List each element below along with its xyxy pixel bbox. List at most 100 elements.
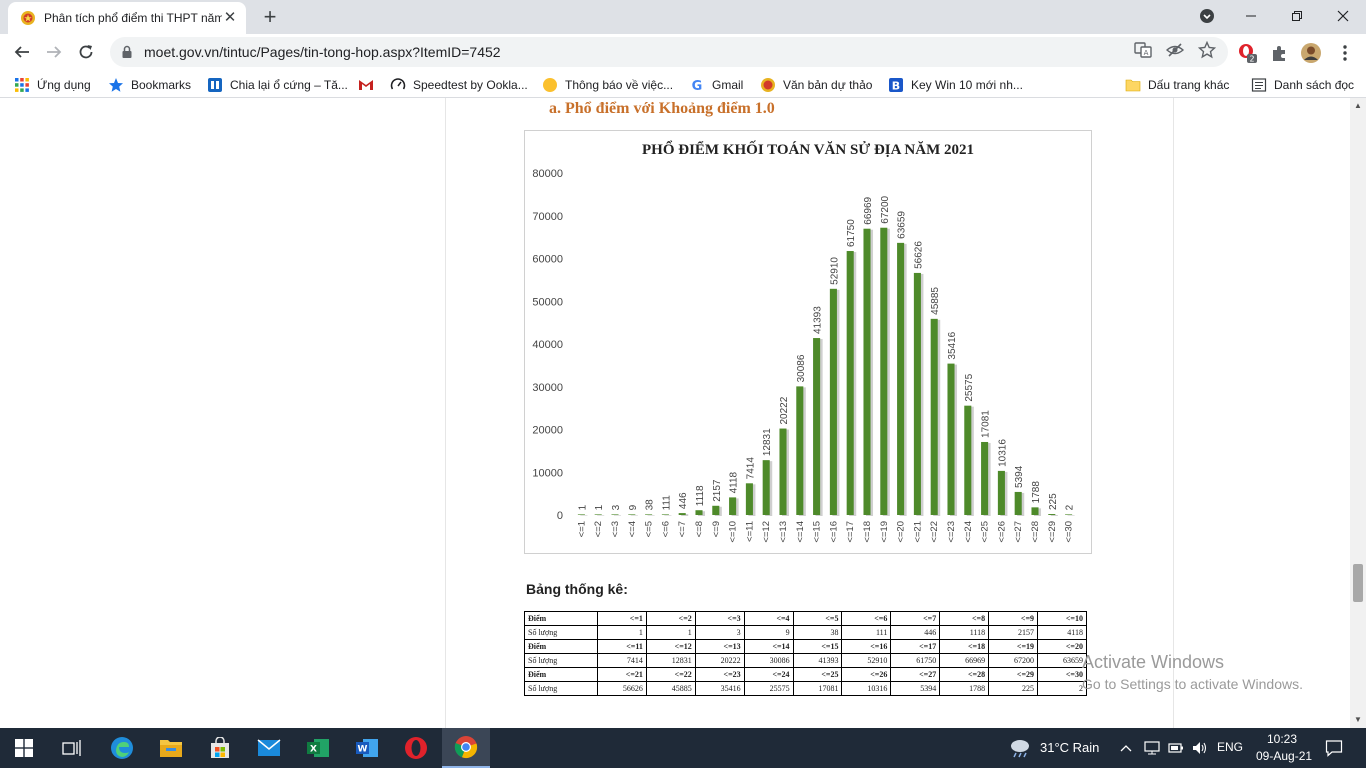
- data-label: 66969: [863, 196, 874, 224]
- x-tick-label: <=27: [1013, 521, 1024, 543]
- bookmark-gmail[interactable]: G Gmail: [689, 75, 744, 95]
- count-cell: 1118: [939, 625, 990, 640]
- bar-shadow: [597, 515, 605, 516]
- close-tab-icon[interactable]: ✕: [222, 10, 238, 26]
- clock-time[interactable]: 10:23: [1267, 732, 1297, 746]
- scroll-down-arrow-icon[interactable]: ▼: [1350, 712, 1366, 728]
- menu-kebab-icon[interactable]: [1334, 42, 1356, 64]
- bookmark-label: Thông báo về việc...: [565, 78, 674, 92]
- star-bookmark-icon[interactable]: [1198, 41, 1216, 59]
- bookmark-label: Ứng dụng: [37, 78, 91, 92]
- count-cell: 67200: [988, 653, 1039, 668]
- task-view-button[interactable]: [48, 728, 96, 768]
- count-cell: 20222: [694, 653, 745, 668]
- minimize-button[interactable]: [1228, 0, 1274, 32]
- score-cell: <=23: [694, 667, 745, 682]
- taskbar-excel[interactable]: X: [294, 728, 342, 768]
- x-tick-label: <=30: [1064, 521, 1075, 543]
- network-icon[interactable]: [1144, 740, 1160, 756]
- vertical-scrollbar[interactable]: ▲ ▼: [1350, 98, 1366, 728]
- reload-button[interactable]: [72, 38, 100, 66]
- x-tick-label: <=24: [963, 521, 974, 543]
- address-bar[interactable]: moet.gov.vn/tintuc/Pages/tin-tong-hop.as…: [110, 37, 1228, 67]
- language-indicator[interactable]: ENG: [1217, 740, 1243, 754]
- taskbar-word[interactable]: W: [343, 728, 391, 768]
- bar: [661, 514, 669, 515]
- task-view-icon: [62, 740, 81, 756]
- weather-rain-icon[interactable]: [1008, 738, 1032, 758]
- svg-text:X: X: [310, 745, 317, 755]
- speedtest-icon: [390, 78, 406, 90]
- bookmark-apps[interactable]: Ứng dụng: [14, 75, 91, 95]
- bookmark-gmail-m[interactable]: [358, 75, 381, 95]
- data-label: 61750: [846, 219, 857, 247]
- bar: [1048, 514, 1056, 515]
- taskbar-file-explorer[interactable]: [147, 728, 195, 768]
- data-label: 35416: [947, 331, 958, 359]
- score-cell: <=13: [694, 639, 745, 654]
- clock-date[interactable]: 09-Aug-21: [1256, 749, 1312, 763]
- volume-icon[interactable]: [1192, 740, 1208, 756]
- new-tab-button[interactable]: +: [258, 6, 282, 30]
- browser-tab[interactable]: Phân tích phổ điểm thi THPT năm ✕: [8, 2, 246, 34]
- notification-icon[interactable]: [1325, 739, 1343, 757]
- taskbar-chrome[interactable]: [442, 728, 490, 768]
- taskbar-opera[interactable]: [392, 728, 440, 768]
- weather-text[interactable]: 31°C Rain: [1040, 740, 1099, 755]
- x-tick-label: <=29: [1047, 521, 1058, 543]
- score-cell: <=9: [988, 611, 1039, 626]
- bookmark-speedtest[interactable]: Speedtest by Ookla...: [390, 75, 528, 95]
- taskbar-mail[interactable]: [245, 728, 293, 768]
- bar: [913, 272, 921, 515]
- close-window-button[interactable]: [1320, 0, 1366, 32]
- x-tick-label: <=6: [660, 521, 671, 537]
- battery-icon[interactable]: [1168, 740, 1184, 756]
- extensions-puzzle-icon[interactable]: [1268, 42, 1290, 64]
- score-cell: <=30: [1037, 667, 1087, 682]
- word-icon: W: [356, 739, 378, 757]
- data-label: 52910: [829, 257, 840, 285]
- bookmark-thong-bao[interactable]: Thông báo về việc...: [542, 75, 673, 95]
- x-tick-label: <=16: [828, 521, 839, 543]
- profile-avatar[interactable]: [1300, 42, 1322, 64]
- score-row: Điểm <=1 <=2 <=3 <=4 <=5 <=6 <=7 <=8 <=9 <=10: [524, 611, 1087, 626]
- scroll-up-arrow-icon[interactable]: ▲: [1350, 98, 1366, 114]
- eye-off-icon[interactable]: [1166, 41, 1184, 59]
- bookmark-other[interactable]: Dấu trang khác: [1125, 75, 1229, 95]
- x-tick-label: <=19: [879, 521, 890, 543]
- chevron-up-icon[interactable]: [1118, 740, 1134, 756]
- translate-icon[interactable]: A: [1134, 41, 1152, 59]
- score-cell: <=12: [645, 639, 696, 654]
- lock-icon: [122, 45, 132, 58]
- tab-search-icon[interactable]: [1184, 0, 1230, 32]
- bookmark-label: Danh sách đọc: [1274, 78, 1355, 92]
- x-tick-label: <=2: [593, 521, 604, 537]
- opera-extension-icon[interactable]: 2: [1236, 42, 1258, 64]
- bookmark-label: Chia lại ổ cứng – Tă...: [230, 78, 348, 92]
- reading-list[interactable]: Danh sách đọc: [1251, 75, 1354, 95]
- score-cell: <=27: [890, 667, 941, 682]
- stats-label: Bảng thống kê:: [526, 581, 628, 597]
- x-tick-label: <=4: [627, 521, 638, 537]
- bookmark-bookmarks[interactable]: Bookmarks: [108, 75, 191, 95]
- score-cell: <=26: [841, 667, 892, 682]
- scroll-thumb[interactable]: [1353, 564, 1363, 602]
- bookmark-key-win[interactable]: B Key Win 10 mới nh...: [888, 75, 1023, 95]
- edge-icon: [111, 737, 133, 759]
- row-label: Điểm: [524, 611, 598, 626]
- forward-button[interactable]: [40, 38, 68, 66]
- taskbar-store[interactable]: [196, 728, 244, 768]
- bar: [880, 227, 888, 515]
- bookmark-van-ban-du-thao[interactable]: Văn bản dự thảo: [760, 75, 872, 95]
- bookmark-chia-lai-o-cung[interactable]: Chia lại ổ cứng – Tă...: [207, 75, 348, 95]
- taskbar-edge[interactable]: [98, 728, 146, 768]
- x-tick-label: <=7: [677, 521, 688, 537]
- restore-button[interactable]: [1274, 0, 1320, 32]
- data-label: 4118: [729, 471, 740, 493]
- section-heading: a. Phổ điểm với Khoảng điểm 1.0: [549, 100, 775, 117]
- back-button[interactable]: [8, 38, 36, 66]
- start-button[interactable]: [0, 728, 48, 768]
- excel-icon: X: [307, 739, 329, 757]
- bar: [762, 460, 770, 515]
- tab-strip: Phân tích phổ điểm thi THPT năm ✕ +: [0, 0, 1366, 34]
